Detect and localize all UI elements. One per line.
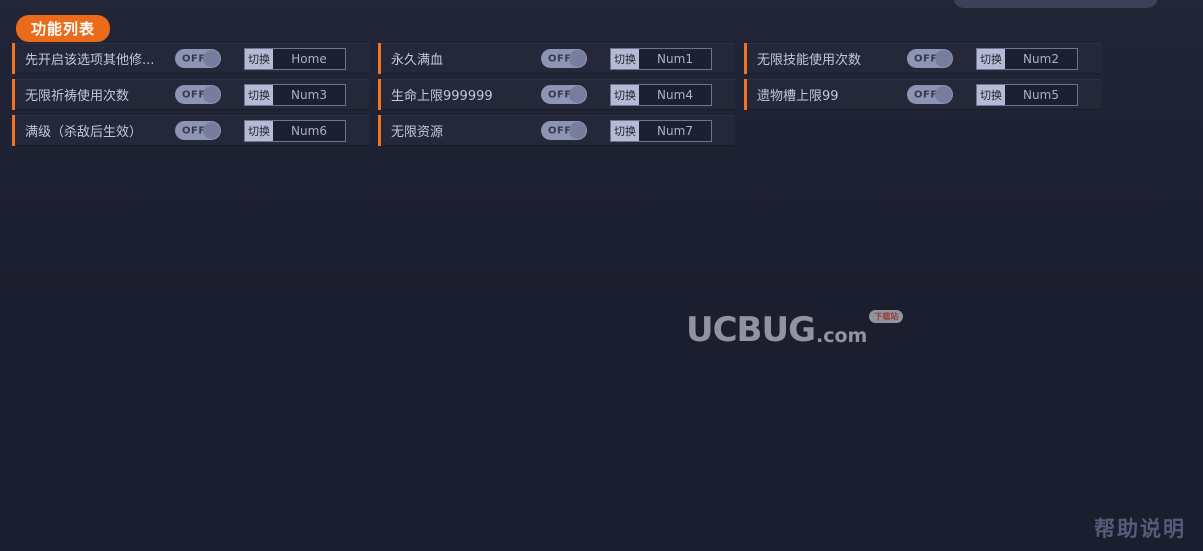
feature-toggle[interactable]: OFF	[907, 49, 953, 68]
row-accent-bar	[378, 115, 381, 146]
top-partial-bar[interactable]	[953, 0, 1158, 8]
toggle-knob	[569, 122, 586, 139]
hotkey-key-value[interactable]: Num5	[1005, 84, 1077, 105]
feature-column-1: 先开启该选项其他修... OFF 切换 Home 无限祈祷使用次数 OFF 切换…	[12, 43, 369, 151]
hotkey-binder[interactable]: 切换 Num2	[976, 47, 1078, 70]
hotkey-action-label: 切换	[611, 48, 639, 69]
row-accent-bar	[744, 79, 747, 110]
hotkey-key-value[interactable]: Num3	[273, 84, 345, 105]
hotkey-binder[interactable]: 切换 Num6	[244, 119, 346, 142]
feature-column-3: 无限技能使用次数 OFF 切换 Num2 遗物槽上限99 OFF 切换 Num5	[744, 43, 1101, 115]
watermark-badge: 下载站	[869, 310, 904, 323]
feature-label: 永久满血	[391, 53, 444, 68]
toggle-knob	[935, 86, 952, 103]
hotkey-binder[interactable]: 切换 Num3	[244, 83, 346, 106]
hotkey-action-label: 切换	[611, 84, 639, 105]
row-accent-bar	[744, 43, 747, 74]
feature-label: 先开启该选项其他修...	[25, 53, 155, 68]
feature-label: 生命上限999999	[391, 89, 493, 104]
toggle-knob	[569, 86, 586, 103]
feature-toggle[interactable]: OFF	[175, 49, 221, 68]
toggle-knob	[203, 50, 220, 67]
hotkey-action-label: 切换	[611, 120, 639, 141]
table-row[interactable]: 无限祈祷使用次数 OFF 切换 Num3	[12, 79, 369, 110]
hotkey-key-value[interactable]: Num4	[639, 84, 711, 105]
toggle-knob	[569, 50, 586, 67]
hotkey-action-label: 切换	[245, 84, 273, 105]
feature-label: 无限祈祷使用次数	[25, 89, 130, 104]
table-row[interactable]: 遗物槽上限99 OFF 切换 Num5	[744, 79, 1101, 110]
toggle-knob	[203, 122, 220, 139]
table-row[interactable]: 生命上限999999 OFF 切换 Num4	[378, 79, 735, 110]
help-label[interactable]: 帮助说明	[1094, 513, 1186, 543]
row-accent-bar	[12, 115, 15, 146]
ucbug-watermark: UCBUG .com 下载站	[686, 310, 904, 350]
feature-list-columns: 先开启该选项其他修... OFF 切换 Home 无限祈祷使用次数 OFF 切换…	[12, 43, 1110, 151]
watermark-domain: .com	[816, 325, 868, 347]
section-tab-feature-list[interactable]: 功能列表	[16, 15, 111, 42]
hotkey-binder[interactable]: 切换 Num7	[610, 119, 712, 142]
feature-toggle[interactable]: OFF	[175, 121, 221, 140]
hotkey-key-value[interactable]: Home	[273, 48, 345, 69]
toggle-knob	[935, 50, 952, 67]
table-row[interactable]: 先开启该选项其他修... OFF 切换 Home	[12, 43, 369, 74]
hotkey-binder[interactable]: 切换 Num1	[610, 47, 712, 70]
row-accent-bar	[378, 43, 381, 74]
hotkey-action-label: 切换	[245, 120, 273, 141]
toggle-knob	[203, 86, 220, 103]
row-accent-bar	[12, 79, 15, 110]
table-row[interactable]: 满级（杀敌后生效） OFF 切换 Num6	[12, 115, 369, 146]
feature-column-2: 永久满血 OFF 切换 Num1 生命上限999999 OFF 切换 Num4	[378, 43, 735, 151]
row-accent-bar	[12, 43, 15, 74]
hotkey-binder[interactable]: 切换 Home	[244, 47, 346, 70]
table-row[interactable]: 无限技能使用次数 OFF 切换 Num2	[744, 43, 1101, 74]
feature-toggle[interactable]: OFF	[541, 121, 587, 140]
feature-toggle[interactable]: OFF	[907, 85, 953, 104]
feature-toggle[interactable]: OFF	[175, 85, 221, 104]
hotkey-key-value[interactable]: Num6	[273, 120, 345, 141]
hotkey-action-label: 切换	[977, 48, 1005, 69]
hotkey-binder[interactable]: 切换 Num4	[610, 83, 712, 106]
feature-toggle[interactable]: OFF	[541, 49, 587, 68]
feature-label: 遗物槽上限99	[757, 89, 839, 104]
feature-toggle[interactable]: OFF	[541, 85, 587, 104]
hotkey-action-label: 切换	[977, 84, 1005, 105]
watermark-mark: UCBUG	[686, 310, 816, 350]
table-row[interactable]: 无限资源 OFF 切换 Num7	[378, 115, 735, 146]
hotkey-key-value[interactable]: Num1	[639, 48, 711, 69]
hotkey-key-value[interactable]: Num7	[639, 120, 711, 141]
table-row[interactable]: 永久满血 OFF 切换 Num1	[378, 43, 735, 74]
feature-label: 满级（杀敌后生效）	[25, 125, 143, 140]
feature-label: 无限资源	[391, 125, 444, 140]
hotkey-action-label: 切换	[245, 48, 273, 69]
hotkey-key-value[interactable]: Num2	[1005, 48, 1077, 69]
row-accent-bar	[378, 79, 381, 110]
hotkey-binder[interactable]: 切换 Num5	[976, 83, 1078, 106]
feature-label: 无限技能使用次数	[757, 53, 862, 68]
